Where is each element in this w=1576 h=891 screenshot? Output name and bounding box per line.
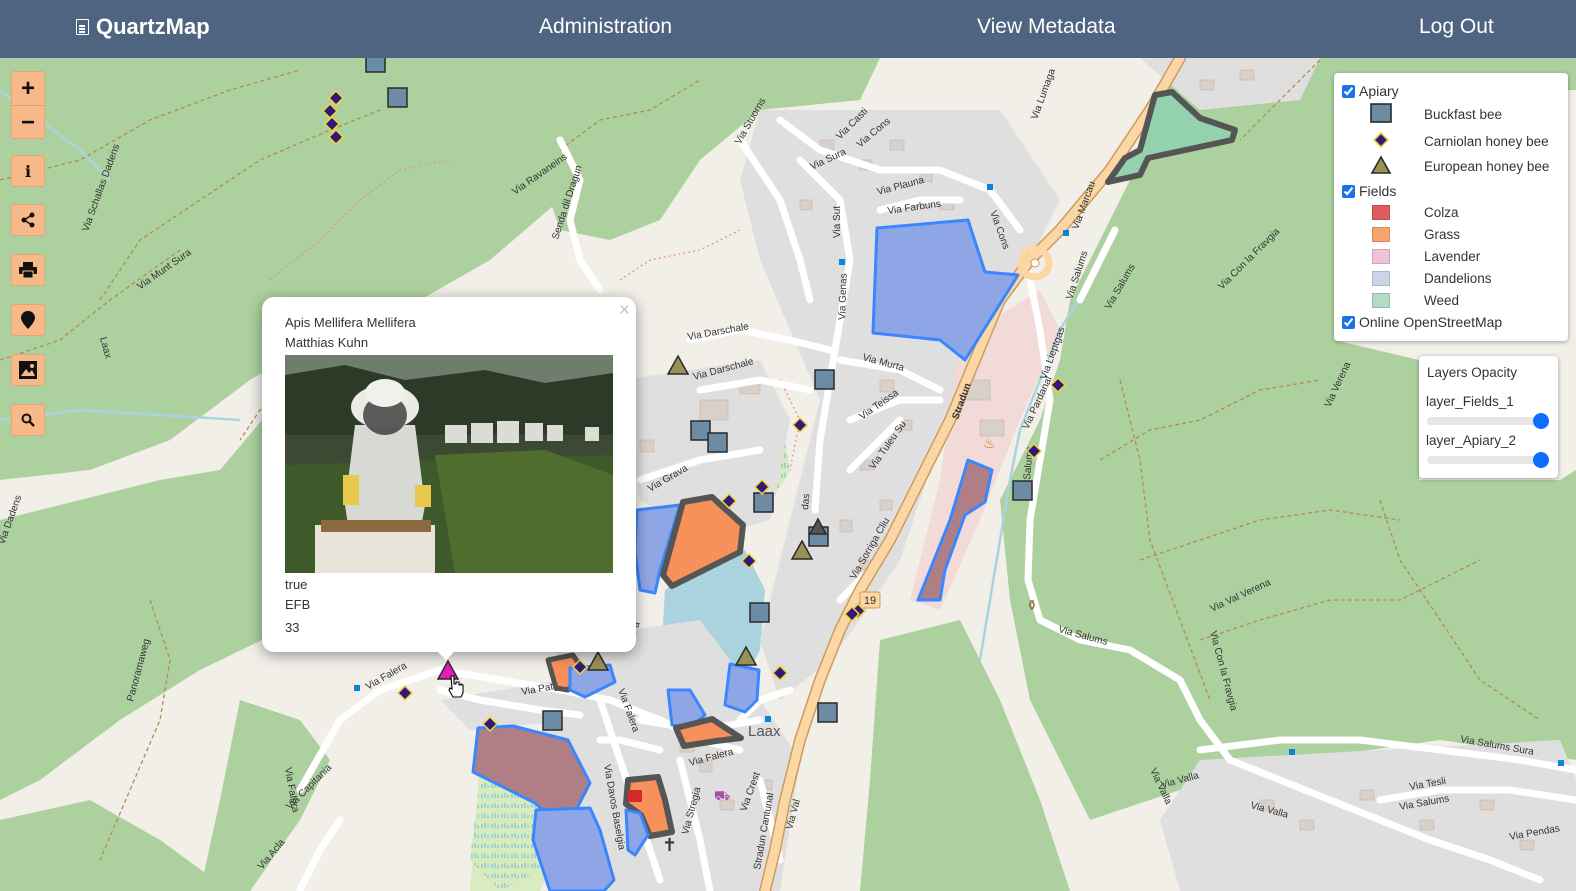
opacity-slider-thumb[interactable] [1533, 452, 1549, 468]
popup-species: Apis Mellifera Mellifera [285, 315, 416, 330]
legend-item-buckfast: Buckfast bee [1370, 103, 1502, 125]
opacity-label-apiary: layer_Apiary_2 [1426, 433, 1517, 448]
print-button[interactable] [11, 254, 45, 286]
search-icon [21, 413, 35, 427]
svg-text:⛟: ⛟ [714, 789, 730, 804]
print-icon [19, 262, 37, 278]
svg-text:das: das [800, 493, 812, 510]
popup-field-1: true [285, 577, 308, 592]
svg-text:⚱: ⚱ [1026, 598, 1038, 614]
nav-view-metadata[interactable]: View Metadata [977, 15, 1116, 39]
svg-text:Via Darschale: Via Darschale [687, 321, 750, 343]
navbar: QuartzMap Administration View Metadata L… [0, 0, 1576, 58]
map-canvas[interactable]: 19 Via Schallas Dadens Via Munt Sura Laa… [0, 58, 1576, 891]
brand-name: QuartzMap [96, 14, 210, 39]
legend-item-grass: Grass [1370, 223, 1460, 245]
layer-toggle-fields[interactable]: Fields [1342, 183, 1396, 199]
legend-item-european: European honey bee [1370, 155, 1549, 177]
layer-legend: Apiary Buckfast bee Carniolan honey bee … [1334, 73, 1568, 341]
apiary-checkbox[interactable] [1342, 84, 1355, 98]
document-icon [76, 19, 89, 35]
zoom-control: + − [11, 71, 45, 139]
svg-text:Via Genas: Via Genas [837, 273, 850, 320]
opacity-title: Layers Opacity [1427, 365, 1518, 380]
popup-field-3: 33 [285, 620, 300, 635]
svg-text:Via Sut: Via Sut [832, 206, 843, 238]
nav-administration[interactable]: Administration [539, 15, 672, 39]
svg-text:19: 19 [864, 595, 876, 607]
popup-owner: Matthias Kuhn [285, 335, 369, 350]
zoom-out-button[interactable]: − [12, 106, 44, 139]
legend-item-colza: Colza [1370, 201, 1459, 223]
osm-label: Online OpenStreetMap [1359, 314, 1503, 330]
popup-close-button[interactable]: × [619, 301, 630, 320]
legend-item-weed: Weed [1370, 289, 1459, 311]
fields-label: Fields [1359, 183, 1397, 199]
svg-text:♨: ♨ [983, 436, 996, 452]
share-button[interactable] [11, 204, 45, 236]
zoom-in-button[interactable]: + [12, 72, 44, 105]
fields-checkbox[interactable] [1342, 184, 1355, 198]
legend-item-lavender: Lavender [1370, 245, 1480, 267]
image-icon [19, 361, 37, 379]
opacity-slider-fields[interactable] [1427, 413, 1549, 429]
info-icon: i [24, 161, 32, 181]
opacity-label-fields: layer_Fields_1 [1426, 394, 1514, 409]
image-export-button[interactable] [11, 354, 45, 386]
locate-button[interactable] [11, 304, 45, 336]
opacity-slider-apiary[interactable] [1427, 452, 1549, 468]
apiary-label: Apiary [1359, 83, 1399, 99]
share-icon [21, 212, 35, 228]
svg-text:✝: ✝ [662, 835, 677, 856]
popup-tip [435, 649, 457, 660]
brand[interactable]: QuartzMap [76, 14, 210, 40]
layer-toggle-apiary[interactable]: Apiary [1342, 83, 1399, 99]
nav-log-out[interactable]: Log Out [1419, 15, 1494, 39]
legend-item-carniolan: Carniolan honey bee [1370, 130, 1549, 152]
opacity-slider-thumb[interactable] [1533, 413, 1549, 429]
layer-toggle-osm[interactable]: Online OpenStreetMap [1342, 314, 1502, 330]
search-button[interactable] [11, 404, 45, 436]
popup-field-2: EFB [285, 597, 311, 612]
layers-opacity-panel: Layers Opacity layer_Fields_1 layer_Apia… [1419, 356, 1558, 478]
svg-text:Laax: Laax [748, 723, 781, 740]
feature-popup: × Apis Mellifera Mellifera Matthias Kuhn [262, 297, 636, 660]
beekeeper-photo [285, 355, 613, 573]
map-marker-icon [21, 311, 35, 329]
osm-checkbox[interactable] [1342, 315, 1355, 329]
legend-item-dandelions: Dandelions [1370, 267, 1492, 289]
info-button[interactable]: i [11, 155, 45, 187]
